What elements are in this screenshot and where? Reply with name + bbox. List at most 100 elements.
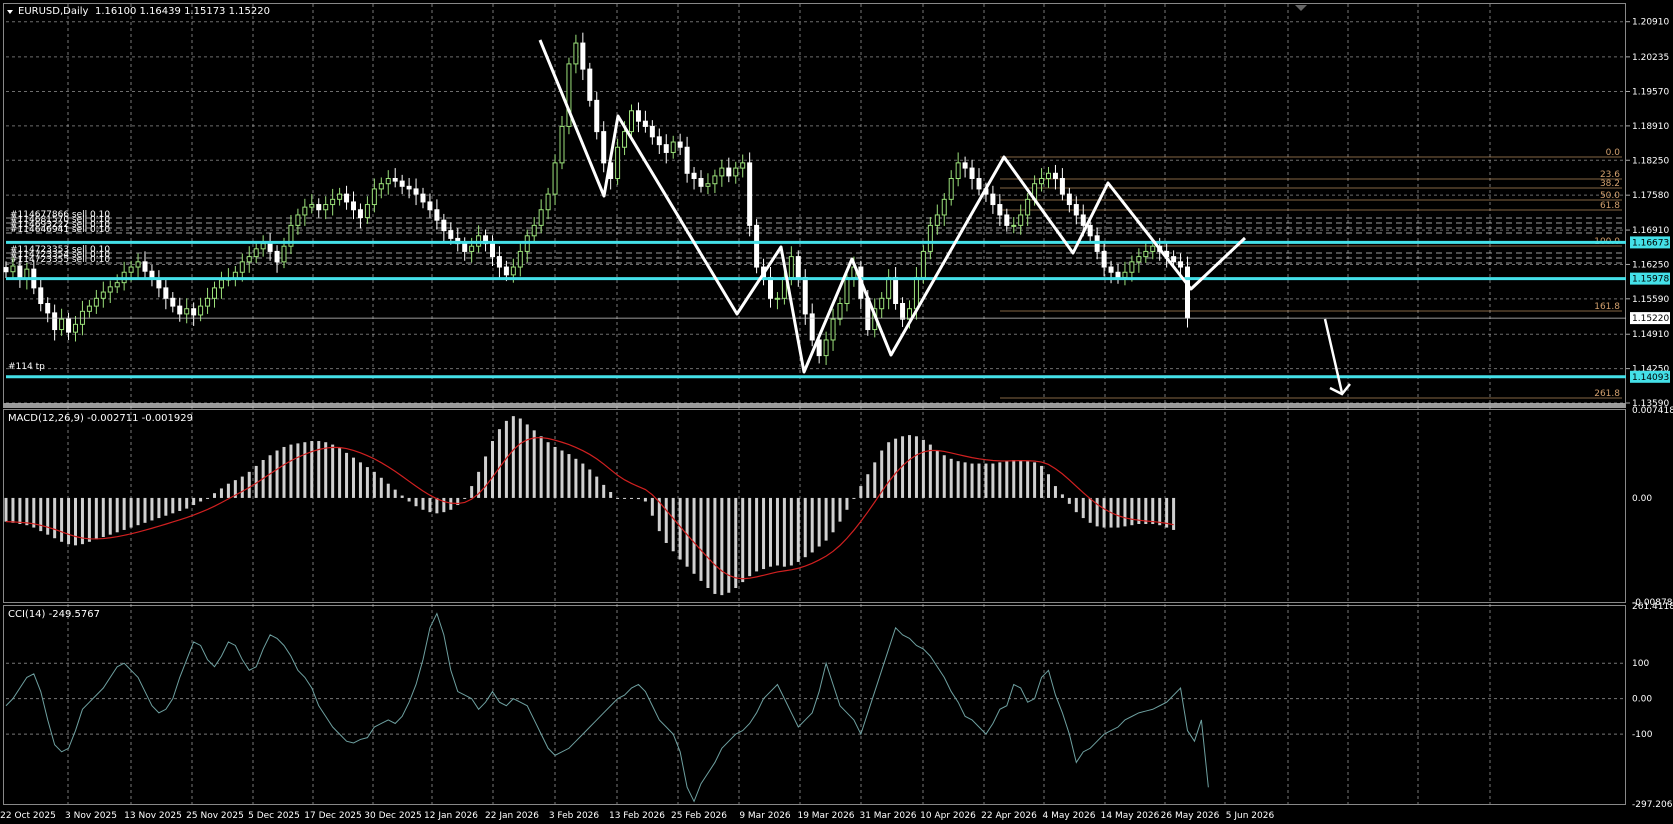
order-label: #114723355 sell 0.10: [10, 255, 110, 265]
candle-body: [1073, 204, 1079, 216]
macd-histogram-bar: [247, 471, 251, 498]
candle-body: [114, 282, 120, 288]
candle-body: [1025, 198, 1031, 216]
macd-histogram-bar: [1040, 465, 1044, 498]
candle-body: [3, 267, 9, 273]
macd-histogram-bar: [282, 446, 286, 498]
macd-histogram-bar: [963, 462, 967, 498]
macd-histogram-bar: [379, 477, 383, 498]
trading-chart[interactable]: #114677866 sell 0.10#114681570 sell 0.10…: [0, 0, 1673, 824]
price-tag-label: 1.15978: [1632, 275, 1669, 285]
macd-histogram-bar: [1053, 486, 1057, 498]
x-tick-label: 3 Feb 2026: [549, 811, 600, 821]
macd-histogram-bar: [435, 497, 439, 514]
macd-histogram-bar: [616, 497, 620, 499]
macd-histogram-bar: [1116, 497, 1120, 528]
macd-histogram-bar: [769, 497, 772, 567]
macd-histogram-bar: [803, 497, 807, 558]
candle-body: [969, 167, 975, 179]
fib-level-label: 0.0: [1606, 148, 1621, 158]
price-tag-label: 1.16673: [1632, 238, 1669, 248]
macd-histogram-bar: [1144, 497, 1148, 525]
candle-body: [462, 243, 468, 252]
macd-histogram-bar: [143, 497, 147, 523]
macd-histogram-bar: [87, 497, 91, 542]
candle-body: [503, 266, 509, 276]
candle-body: [823, 339, 829, 357]
macd-histogram-bar: [873, 462, 877, 498]
candle-body: [517, 250, 523, 268]
price-tick-label: 1.20910: [1632, 18, 1669, 28]
candle-body: [580, 42, 586, 70]
candle-body: [733, 167, 739, 177]
macd-histogram-bar: [310, 441, 314, 498]
candle-body: [1052, 172, 1058, 179]
collapse-triangle-icon[interactable]: [7, 10, 13, 14]
candle-body: [747, 162, 753, 226]
candle-body: [1066, 193, 1072, 206]
candle-body: [316, 204, 322, 211]
candle-body: [615, 146, 621, 179]
price-tick-label: 1.20235: [1632, 53, 1669, 63]
macd-histogram-bar: [595, 476, 599, 498]
macd-histogram-bar: [53, 497, 57, 539]
macd-histogram-bar: [664, 497, 668, 543]
candle-body: [1018, 214, 1024, 226]
candle-body: [1150, 245, 1156, 252]
macd-histogram-bar: [845, 497, 849, 510]
macd-histogram-bar: [511, 416, 515, 498]
macd-histogram-bar: [296, 443, 300, 498]
zigzag-pattern-line: [538, 39, 1247, 374]
macd-histogram-bar: [623, 497, 627, 499]
macd-histogram-bar: [831, 497, 835, 533]
macd-histogram-bar: [101, 497, 105, 538]
macd-histogram-bar: [1060, 494, 1064, 498]
macd-histogram-bar: [1102, 497, 1106, 528]
macd-histogram-bar: [706, 497, 710, 589]
candle-body: [413, 188, 419, 195]
price-tick-label: 1.18910: [1632, 122, 1669, 132]
x-tick-label: 13 Feb 2026: [609, 811, 665, 821]
candle-body: [719, 167, 725, 177]
candle-body: [364, 204, 370, 219]
macd-histogram-bar: [303, 442, 307, 498]
candle-body: [1087, 224, 1093, 237]
macd-histogram-bar: [463, 497, 467, 499]
cci-tick-label: -100: [1632, 730, 1653, 740]
price-tick-label: 1.18250: [1632, 156, 1669, 166]
candle-body: [212, 287, 217, 299]
candle-body: [552, 162, 558, 195]
macd-histogram-bar: [671, 497, 675, 552]
macd-layer: [4, 416, 1176, 596]
candle-body: [788, 256, 794, 278]
macd-label: MACD(12,26,9) -0.002711 -0.001929: [8, 413, 193, 424]
candle-body: [1108, 266, 1114, 273]
candle-body: [677, 141, 683, 148]
macd-histogram-bar: [365, 467, 369, 498]
scroll-marker-icon[interactable]: [1295, 5, 1307, 11]
x-tick-label: 17 Dec 2025: [304, 811, 362, 821]
candle-body: [274, 250, 280, 263]
candle-body: [927, 224, 933, 252]
macd-histogram-bar: [67, 497, 71, 545]
macd-histogram-bar: [970, 463, 974, 498]
candle-body: [239, 261, 245, 273]
tp-order-label: #114 tp: [8, 362, 45, 372]
candle-body: [538, 209, 544, 226]
panel-separator[interactable]: [3, 403, 1626, 408]
macd-histogram-bar: [421, 497, 425, 510]
candle-body: [1039, 177, 1045, 185]
candle-body: [531, 224, 537, 237]
macd-histogram-bar: [60, 497, 64, 542]
macd-histogram-bar: [345, 452, 349, 498]
candle-body: [163, 287, 169, 299]
candle-body: [691, 172, 697, 179]
candle-body: [52, 312, 58, 331]
candle-body: [17, 265, 23, 280]
macd-histogram-bar: [984, 463, 988, 498]
macd-histogram-bar: [949, 458, 953, 498]
candle-body: [656, 136, 662, 146]
x-tick-label: 4 May 2026: [1043, 811, 1096, 821]
candle-body: [399, 180, 405, 187]
macd-histogram-bar: [407, 497, 411, 502]
